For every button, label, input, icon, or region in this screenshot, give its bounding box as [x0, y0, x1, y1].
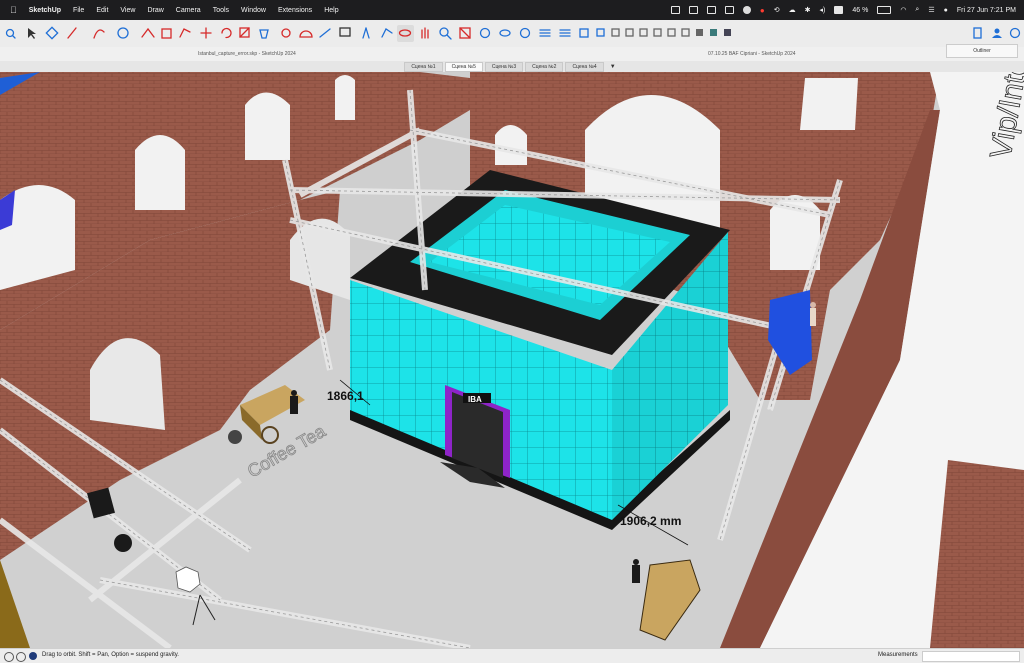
view-front-icon[interactable]	[611, 28, 620, 37]
status-app-icon[interactable]	[688, 6, 698, 14]
menu-edit[interactable]: Edit	[96, 7, 108, 14]
siri-icon[interactable]: ●	[944, 7, 948, 14]
eraser-icon[interactable]	[45, 26, 59, 40]
push-pull-icon[interactable]	[141, 27, 155, 38]
menu-view[interactable]: View	[120, 7, 135, 14]
menu-clock[interactable]: Fri 27 Jun 7:21 PM	[957, 7, 1016, 14]
view-back-icon[interactable]	[639, 28, 648, 37]
zoom-icon[interactable]	[439, 27, 452, 40]
model-viewport[interactable]: Vip/Interview Re IBA	[0, 72, 1024, 648]
layers-icon[interactable]	[539, 29, 551, 37]
view-iso-icon[interactable]	[579, 28, 589, 38]
settings-icon[interactable]	[1009, 27, 1021, 39]
offset-icon[interactable]	[161, 28, 172, 39]
record-dot-icon[interactable]: ●	[760, 6, 765, 15]
follow-me-icon[interactable]	[179, 28, 191, 38]
scene-tabs-bar: Сцена №1 Сцена №5 Сцена №3 Сцена №2 Сцен…	[0, 61, 1024, 72]
status-bar: Drag to orbit. Shift = Pan, Option = sus…	[0, 648, 1024, 663]
menu-camera[interactable]: Camera	[176, 7, 201, 14]
status-app-icon[interactable]	[706, 6, 716, 14]
wifi-icon[interactable]: ◠	[900, 6, 906, 14]
scene-tab-4[interactable]: Сцена №4	[565, 61, 604, 72]
arc-icon[interactable]	[93, 29, 105, 39]
main-toolbar	[0, 20, 1024, 47]
pan-hand-icon[interactable]	[421, 27, 429, 39]
shaded-style-icon[interactable]	[696, 29, 703, 36]
xray-style-icon[interactable]	[667, 28, 676, 37]
protractor-icon[interactable]	[299, 30, 313, 38]
styles-icon[interactable]	[559, 29, 571, 37]
bluetooth-icon[interactable]: ✱	[805, 6, 811, 14]
scene-tab-5[interactable]: Сцена №5	[444, 61, 483, 72]
window-title-left: Istanbul_capture_error.skp - SketchUp 20…	[198, 51, 296, 57]
line-pencil-icon[interactable]	[67, 27, 77, 39]
scene-tab-3[interactable]: Сцена №3	[484, 61, 524, 72]
zoom-extents-icon[interactable]	[459, 27, 471, 39]
battery-icon[interactable]	[877, 6, 892, 14]
dimension-icon[interactable]	[319, 28, 331, 38]
status-app-icon[interactable]	[724, 6, 734, 14]
search-icon[interactable]: ⌕	[915, 6, 919, 14]
keyboard-icon[interactable]	[834, 6, 844, 14]
scene-tab-2[interactable]: Сцена №2	[525, 61, 564, 72]
menu-bar:  SketchUp File Edit View Draw Camera To…	[0, 0, 1024, 20]
menu-tools[interactable]: Tools	[213, 7, 229, 14]
move-icon[interactable]	[200, 27, 212, 39]
toolbar-icons	[5, 25, 1021, 42]
help-icon[interactable]	[4, 652, 14, 662]
battery-percent[interactable]: 46 %	[852, 7, 868, 14]
eye-icon[interactable]	[499, 29, 511, 37]
menu-draw[interactable]: Draw	[147, 7, 163, 14]
menu-window[interactable]: Window	[241, 7, 266, 14]
window-title-bar: Istanbul_capture_error.skp - SketchUp 20…	[0, 47, 1024, 62]
menu-help[interactable]: Help	[324, 7, 338, 14]
menu-app-name[interactable]: SketchUp	[29, 7, 61, 14]
walk-icon[interactable]	[519, 27, 531, 39]
user-status-icon[interactable]	[29, 652, 37, 660]
menu-extensions[interactable]: Extensions	[278, 7, 312, 14]
scene-menu-chevron-down-icon[interactable]: ▼	[606, 64, 620, 70]
booth-logo: IBA	[468, 395, 482, 404]
wireframe-style-icon[interactable]	[681, 28, 690, 37]
view-left-icon[interactable]	[653, 28, 662, 37]
user-account-icon[interactable]	[992, 28, 1002, 39]
status-hint: Drag to orbit. Shift = Pan, Option = sus…	[42, 652, 179, 658]
outliner-panel-tab[interactable]: Outliner	[946, 44, 1018, 58]
volume-icon[interactable]: ◂)	[819, 6, 825, 14]
status-app-icon[interactable]	[742, 6, 751, 14]
scene-render: Vip/Interview Re IBA	[0, 72, 1024, 648]
previous-view-icon[interactable]	[479, 27, 491, 39]
scale-icon[interactable]	[239, 27, 250, 38]
status-app-icon[interactable]	[670, 6, 680, 14]
window-title-right: 07.10.25 BAF Cipriani - SketchUp 2024	[708, 51, 796, 57]
tape-measure-icon[interactable]	[281, 28, 291, 38]
measurements-input[interactable]	[922, 651, 1020, 662]
dimension-label-left: 1866,1	[327, 389, 364, 403]
dimension-label-right: 1906,2 mm	[620, 514, 681, 528]
cloud-icon[interactable]: ☁	[789, 6, 796, 14]
section-plane-icon[interactable]	[381, 28, 393, 38]
circle-shape-icon[interactable]	[117, 27, 129, 39]
view-right-icon[interactable]	[625, 28, 634, 37]
menu-file[interactable]: File	[73, 7, 84, 14]
scene-tab-1[interactable]: Сцена №1	[404, 61, 443, 72]
axes-icon[interactable]	[362, 27, 370, 39]
control-center-icon[interactable]: ☰	[928, 6, 934, 14]
status-app-icon[interactable]: ⟲	[774, 6, 780, 14]
monochrome-style-icon[interactable]	[724, 29, 731, 36]
apple-icon[interactable]: 	[10, 5, 17, 15]
textured-style-icon[interactable]	[710, 29, 717, 36]
view-top-icon[interactable]	[596, 28, 605, 37]
rotate-icon[interactable]	[221, 27, 232, 39]
paint-bucket-icon[interactable]	[259, 29, 269, 39]
measurements-label: Measurements	[878, 652, 918, 658]
select-arrow-icon[interactable]	[28, 28, 36, 39]
info-icon[interactable]	[16, 652, 26, 662]
text-label-icon[interactable]	[339, 27, 351, 37]
document-icon[interactable]	[973, 27, 982, 39]
search-icon[interactable]	[5, 28, 16, 39]
